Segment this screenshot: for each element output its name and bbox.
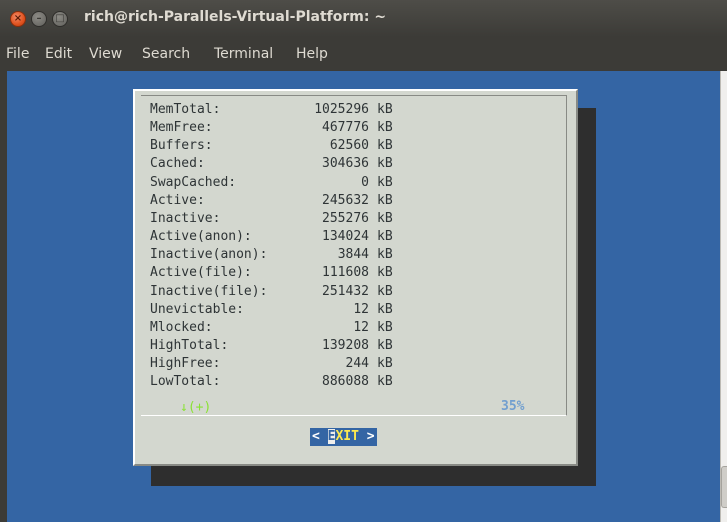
meminfo-value: 134024	[322, 229, 369, 245]
meminfo-row: Inactive(anon): 3844 kB	[150, 246, 393, 264]
meminfo-row: Unevictable: 12 kB	[150, 301, 393, 319]
meminfo-unit: kB	[377, 174, 393, 190]
menu-edit[interactable]: Edit	[45, 46, 72, 62]
meminfo-value: 467776	[322, 120, 369, 136]
meminfo-value: 255276	[322, 210, 369, 226]
meminfo-dialog: MemTotal: 1025296 kB MemFree: 467776 kB Buffer…	[133, 89, 578, 466]
scroll-more-indicator: ↓(+)	[178, 400, 214, 415]
meminfo-label: SwapCached:	[150, 174, 237, 190]
exit-button-label: XIT	[335, 429, 359, 444]
maximize-icon: □	[55, 13, 65, 24]
meminfo-label: MemFree:	[150, 120, 213, 136]
meminfo-value: 0	[361, 174, 369, 190]
meminfo-value: 245632	[322, 192, 369, 208]
meminfo-unit: kB	[377, 283, 393, 299]
meminfo-row: MemTotal: 1025296 kB	[150, 101, 393, 119]
close-window-button[interactable]: ×	[10, 11, 26, 27]
menu-bar: File Edit View Search Terminal Help	[0, 37, 727, 71]
close-icon: ×	[13, 13, 23, 24]
meminfo-label: Active:	[150, 192, 205, 208]
meminfo-value: 12	[353, 301, 369, 317]
menu-search[interactable]: Search	[142, 46, 190, 62]
meminfo-value: 111608	[322, 265, 369, 281]
menu-view[interactable]: View	[89, 46, 122, 62]
meminfo-unit: kB	[377, 120, 393, 136]
meminfo-row: Buffers: 62560 kB	[150, 137, 393, 155]
meminfo-row: MemFree: 467776 kB	[150, 119, 393, 137]
meminfo-row: Active(file): 111608 kB	[150, 264, 393, 282]
meminfo-unit: kB	[377, 229, 393, 245]
terminal-area[interactable]: MemTotal: 1025296 kB MemFree: 467776 kB Buffer…	[7, 71, 727, 522]
meminfo-unit: kB	[377, 374, 393, 390]
meminfo-value: 3844	[337, 247, 369, 263]
meminfo-label: Unevictable:	[150, 301, 244, 317]
meminfo-unit: kB	[377, 102, 393, 117]
meminfo-unit: kB	[377, 356, 393, 372]
meminfo-unit: kB	[377, 138, 393, 154]
meminfo-unit: kB	[377, 192, 393, 208]
scroll-percent: 35%	[498, 399, 528, 414]
meminfo-row: Mlocked: 12 kB	[150, 319, 393, 337]
meminfo-unit: kB	[377, 156, 393, 172]
meminfo-unit: kB	[377, 210, 393, 226]
meminfo-label: Inactive:	[150, 210, 221, 226]
meminfo-unit: kB	[377, 247, 393, 263]
title-bar: × – □ rich@rich-Parallels-Virtual-Platfo…	[0, 0, 727, 37]
meminfo-row: LowTotal: 886088 kB	[150, 373, 393, 391]
menu-help[interactable]: Help	[296, 46, 328, 62]
exit-button[interactable]: < EXIT >	[310, 428, 377, 446]
meminfo-row: Active(anon): 134024 kB	[150, 228, 393, 246]
meminfo-label: Active(anon):	[150, 229, 252, 245]
meminfo-label: LowTotal:	[150, 374, 221, 390]
meminfo-value: 244	[345, 356, 369, 372]
meminfo-value: 139208	[322, 338, 369, 354]
meminfo-row: HighFree: 244 kB	[150, 355, 393, 373]
meminfo-label: MemTotal:	[150, 102, 221, 117]
meminfo-value: 62560	[329, 138, 369, 154]
meminfo-unit: kB	[377, 338, 393, 354]
meminfo-row: Inactive(file): 251432 kB	[150, 283, 393, 301]
scrollbar-thumb[interactable]	[721, 466, 727, 508]
meminfo-label: Mlocked:	[150, 319, 213, 335]
terminal-scrollbar[interactable]	[720, 71, 727, 522]
meminfo-value: 886088	[322, 374, 369, 390]
meminfo-row: Cached: 304636 kB	[150, 155, 393, 173]
meminfo-label: Active(file):	[150, 265, 252, 281]
minimize-window-button[interactable]: –	[31, 11, 47, 27]
window-title: rich@rich-Parallels-Virtual-Platform: ~	[84, 9, 387, 25]
meminfo-value: 12	[353, 319, 369, 335]
meminfo-unit: kB	[377, 319, 393, 335]
meminfo-label: Inactive(anon):	[150, 247, 268, 263]
meminfo-label: Buffers:	[150, 138, 213, 154]
meminfo-row: SwapCached: 0 kB	[150, 174, 393, 192]
meminfo-label: Inactive(file):	[150, 283, 268, 299]
meminfo-unit: kB	[377, 265, 393, 281]
meminfo-label: HighTotal:	[150, 338, 229, 354]
meminfo-unit: kB	[377, 301, 393, 317]
meminfo-label: Cached:	[150, 156, 205, 172]
menu-terminal[interactable]: Terminal	[214, 46, 273, 62]
meminfo-row: HighTotal: 139208 kB	[150, 337, 393, 355]
maximize-window-button[interactable]: □	[52, 11, 68, 27]
meminfo-row: Inactive: 255276 kB	[150, 210, 393, 228]
meminfo-row: Active: 245632 kB	[150, 192, 393, 210]
meminfo-value: 304636	[322, 156, 369, 172]
minimize-icon: –	[36, 13, 42, 24]
exit-button-suffix: >	[358, 429, 375, 444]
meminfo-list[interactable]: MemTotal: 1025296 kB MemFree: 467776 kB Buffer…	[150, 101, 393, 392]
exit-button-prefix: <	[312, 429, 328, 444]
meminfo-value: 251432	[322, 283, 369, 299]
meminfo-value: 1025296	[314, 102, 369, 117]
menu-file[interactable]: File	[6, 46, 29, 62]
meminfo-label: HighFree:	[150, 356, 221, 372]
